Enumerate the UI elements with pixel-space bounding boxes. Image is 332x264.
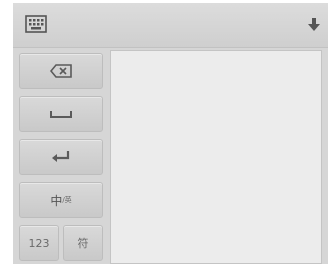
numeric-keyboard-key[interactable]: 123	[19, 225, 59, 261]
handwriting-keyboard: 中/英 123 符	[13, 3, 328, 264]
keyboard-icon[interactable]	[25, 15, 47, 33]
handwriting-pad[interactable]	[110, 50, 322, 264]
backspace-icon	[50, 64, 72, 78]
hide-keyboard-arrow-icon[interactable]	[308, 17, 320, 31]
space-icon	[50, 109, 72, 119]
language-switch-label: 中	[50, 193, 63, 208]
symbol-keyboard-key[interactable]: 符	[63, 225, 103, 261]
enter-key[interactable]	[19, 139, 103, 175]
backspace-key[interactable]	[19, 53, 103, 89]
enter-icon	[51, 150, 71, 164]
symbol-keyboard-label: 符	[77, 237, 89, 250]
language-switch-key[interactable]: 中/英	[19, 182, 103, 218]
language-switch-sublabel: /英	[62, 196, 72, 204]
space-key[interactable]	[19, 96, 103, 132]
numeric-keyboard-label: 123	[28, 236, 50, 250]
keyboard-toolbar	[13, 3, 328, 48]
